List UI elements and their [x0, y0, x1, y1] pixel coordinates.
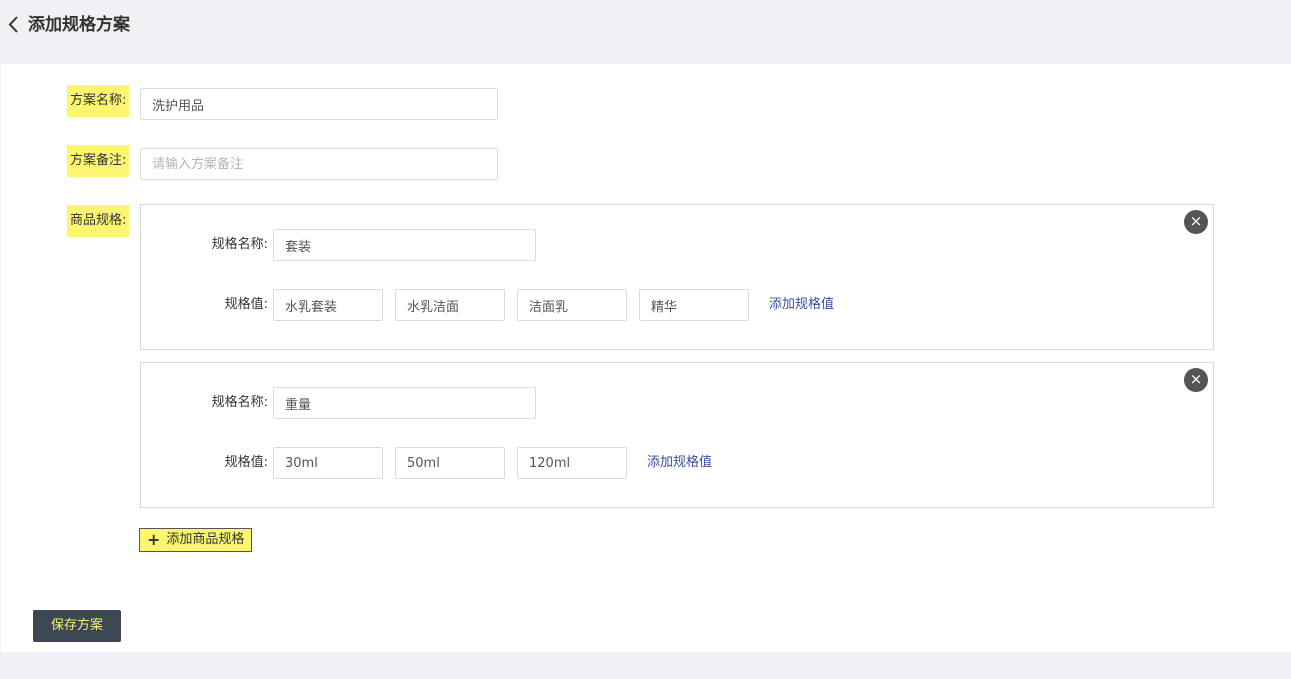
spec-name-input[interactable]: [273, 387, 536, 419]
spec-value-input[interactable]: [517, 289, 627, 321]
spec-value-input[interactable]: [517, 447, 627, 479]
remove-spec-icon[interactable]: ×: [1184, 210, 1208, 234]
spec-values-label: 规格值:: [224, 455, 268, 470]
add-spec-value-link[interactable]: 添加规格值: [769, 289, 834, 321]
spec-name-label: 规格名称:: [211, 237, 268, 252]
plus-icon: +: [147, 530, 161, 549]
add-spec-value-link[interactable]: 添加规格值: [647, 447, 712, 479]
plan-name-label: 方案名称:: [67, 85, 130, 117]
back-icon[interactable]: [6, 12, 26, 38]
add-product-spec-button[interactable]: + 添加商品规格: [139, 528, 253, 552]
save-plan-button[interactable]: 保存方案: [33, 610, 121, 642]
spec-name-input[interactable]: [273, 229, 536, 261]
spec-values-label: 规格值:: [224, 297, 268, 312]
page-header: 添加规格方案: [0, 0, 1291, 64]
spec-group: × 规格名称: 规格值: 添加规格值: [140, 362, 1214, 508]
spec-value-input[interactable]: [639, 289, 749, 321]
page-title: 添加规格方案: [28, 15, 130, 35]
plan-remark-label: 方案备注:: [67, 145, 130, 177]
spec-value-input[interactable]: [273, 447, 383, 479]
spec-value-input[interactable]: [395, 289, 505, 321]
product-specs-label: 商品规格:: [67, 205, 130, 237]
plan-remark-input[interactable]: [140, 148, 498, 180]
add-product-spec-label: 添加商品规格: [166, 532, 245, 547]
remove-spec-icon[interactable]: ×: [1184, 368, 1208, 392]
plan-name-input[interactable]: [140, 88, 498, 120]
spec-group: × 规格名称: 规格值: 添加规格值: [140, 204, 1214, 350]
spec-value-input[interactable]: [395, 447, 505, 479]
spec-name-label: 规格名称:: [211, 395, 268, 410]
spec-value-input[interactable]: [273, 289, 383, 321]
